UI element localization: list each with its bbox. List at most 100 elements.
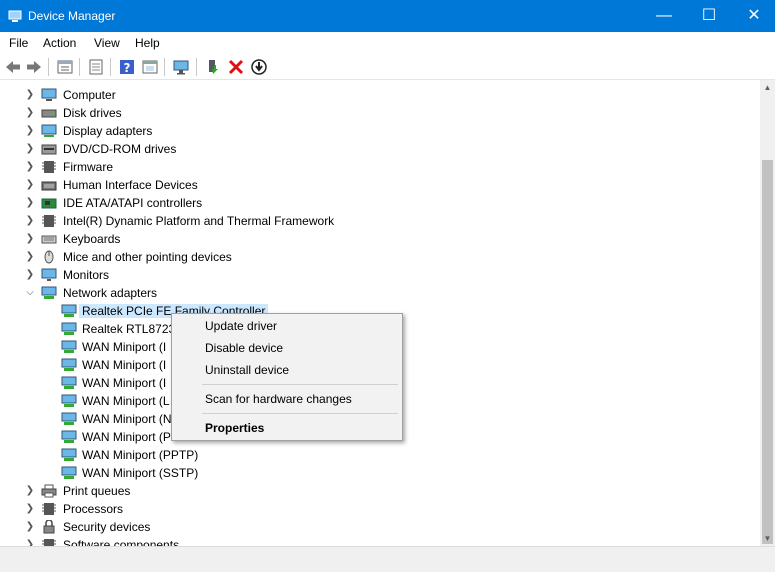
network-adapter-icon <box>61 466 77 479</box>
tree-category[interactable]: ❯ Software components <box>0 536 700 546</box>
collapse-icon[interactable]: ⌵ <box>24 287 36 299</box>
tree-device-label: WAN Miniport (SSTP) <box>82 466 199 480</box>
scrollbar-thumb[interactable] <box>762 160 773 544</box>
tree-category-label: Mice and other pointing devices <box>63 250 232 264</box>
tree-category[interactable]: ❯ Monitors <box>0 266 700 284</box>
tree-category-label: Disk drives <box>63 106 122 120</box>
monitor-icon <box>41 268 57 281</box>
expand-icon[interactable]: ❯ <box>24 233 36 245</box>
minimize-button[interactable]: — <box>641 0 687 32</box>
tree-category[interactable]: ❯ Security devices <box>0 518 700 536</box>
tree-device-label: Realtek RTL8723E <box>82 322 184 336</box>
back-icon[interactable] <box>4 58 22 76</box>
help-icon[interactable]: ? <box>118 58 136 76</box>
tree-category-label: Display adapters <box>63 124 153 138</box>
tree-category[interactable]: ❯ Intel(R) Dynamic Platform and Thermal … <box>0 212 700 230</box>
expand-icon[interactable]: ❯ <box>24 197 36 209</box>
context-menu: Update driver Disable device Uninstall d… <box>171 313 403 441</box>
tree-category[interactable]: ❯ Display adapters <box>0 122 700 140</box>
tree-device-label: WAN Miniport (PPTP) <box>82 448 199 462</box>
tree-category[interactable]: ❯ DVD/CD-ROM drives <box>0 140 700 158</box>
device-manager-app-icon <box>8 10 22 22</box>
tree-category-label: Security devices <box>63 520 151 534</box>
network-adapter-icon <box>61 322 77 335</box>
expand-icon[interactable]: ❯ <box>24 143 36 155</box>
tree-category[interactable]: ❯ Firmware <box>0 158 700 176</box>
toolbar-separator <box>196 58 197 76</box>
disable-device-menu-item[interactable]: Disable device <box>205 341 283 355</box>
expand-icon[interactable]: ❯ <box>24 521 36 533</box>
menu-action[interactable]: Action <box>43 36 76 50</box>
maximize-button[interactable]: ☐ <box>686 0 732 32</box>
expand-icon[interactable]: ❯ <box>24 485 36 497</box>
expand-icon[interactable]: ❯ <box>24 161 36 173</box>
toolbar-separator <box>110 58 111 76</box>
menu-help[interactable]: Help <box>135 36 160 50</box>
network-adapter-icon <box>61 376 77 389</box>
update-driver-icon[interactable] <box>250 58 268 76</box>
network-adapter-icon <box>41 286 57 299</box>
tree-category-label: Computer <box>63 88 116 102</box>
details-icon[interactable] <box>141 58 159 76</box>
network-adapter-icon <box>61 430 77 443</box>
vertical-scrollbar[interactable]: ▲ ▼ <box>760 80 775 546</box>
properties-menu-item[interactable]: Properties <box>205 421 264 435</box>
scan-hardware-menu-item[interactable]: Scan for hardware changes <box>205 392 352 406</box>
menu-bar: File Action View Help <box>0 32 775 54</box>
expand-icon[interactable]: ❯ <box>24 539 36 546</box>
update-driver-menu-item[interactable]: Update driver <box>205 319 277 333</box>
hid-icon <box>41 181 57 191</box>
expand-icon[interactable]: ❯ <box>24 251 36 263</box>
tree-device-label: WAN Miniport (I <box>82 376 167 390</box>
tree-category[interactable]: ❯ Human Interface Devices <box>0 176 700 194</box>
menu-separator <box>202 413 398 414</box>
close-button[interactable]: ✕ <box>731 0 775 32</box>
enable-driver-icon[interactable] <box>204 58 222 76</box>
tree-category-label: Monitors <box>63 268 110 282</box>
tree-category[interactable]: ❯ Print queues <box>0 482 700 500</box>
tree-device[interactable]: WAN Miniport (PPTP) <box>0 446 700 464</box>
tree-category-label: Processors <box>63 502 124 516</box>
tree-device-label: WAN Miniport (I <box>82 358 167 372</box>
expand-icon[interactable]: ❯ <box>24 179 36 191</box>
menu-file[interactable]: File <box>9 36 28 50</box>
menu-view[interactable]: View <box>94 36 120 50</box>
status-bar <box>0 546 775 572</box>
tree-category[interactable]: ❯ Disk drives <box>0 104 700 122</box>
tree-category[interactable]: ❯ IDE ATA/ATAPI controllers <box>0 194 700 212</box>
uninstall-icon[interactable] <box>227 58 245 76</box>
list-icon[interactable] <box>87 58 105 76</box>
properties-view-icon[interactable] <box>56 58 74 76</box>
computer-icon <box>41 88 57 101</box>
expand-icon[interactable]: ❯ <box>24 107 36 119</box>
expand-icon[interactable]: ❯ <box>24 269 36 281</box>
toolbar: ? <box>0 54 775 80</box>
processor-icon <box>42 503 56 515</box>
tree-device[interactable]: WAN Miniport (SSTP) <box>0 464 700 482</box>
expand-icon[interactable]: ❯ <box>24 125 36 137</box>
display-adapter-icon <box>41 124 57 137</box>
tree-category[interactable]: ❯ Computer <box>0 86 700 104</box>
scroll-down-icon[interactable]: ▼ <box>760 531 775 546</box>
expand-icon[interactable]: ❯ <box>24 89 36 101</box>
tree-category[interactable]: ❯ Processors <box>0 500 700 518</box>
toolbar-separator <box>48 58 49 76</box>
system-device-icon <box>42 215 56 227</box>
security-device-icon <box>43 520 55 534</box>
uninstall-device-menu-item[interactable]: Uninstall device <box>205 363 289 377</box>
monitor-scan-icon[interactable] <box>172 58 190 76</box>
network-adapter-icon <box>61 358 77 371</box>
scroll-up-icon[interactable]: ▲ <box>760 80 775 95</box>
tree-category-label: Software components <box>63 538 180 546</box>
menu-separator <box>202 384 398 385</box>
tree-category-label: Network adapters <box>63 286 158 300</box>
tree-category-network-adapters[interactable]: ⌵ Network adapters <box>0 284 700 302</box>
network-adapter-icon <box>61 448 77 461</box>
tree-category[interactable]: ❯ Keyboards <box>0 230 700 248</box>
expand-icon[interactable]: ❯ <box>24 503 36 515</box>
forward-icon[interactable] <box>25 58 43 76</box>
tree-category-label: Intel(R) Dynamic Platform and Thermal Fr… <box>63 214 335 228</box>
tree-category[interactable]: ❯ Mice and other pointing devices <box>0 248 700 266</box>
expand-icon[interactable]: ❯ <box>24 215 36 227</box>
tree-category-label: Human Interface Devices <box>63 178 198 192</box>
